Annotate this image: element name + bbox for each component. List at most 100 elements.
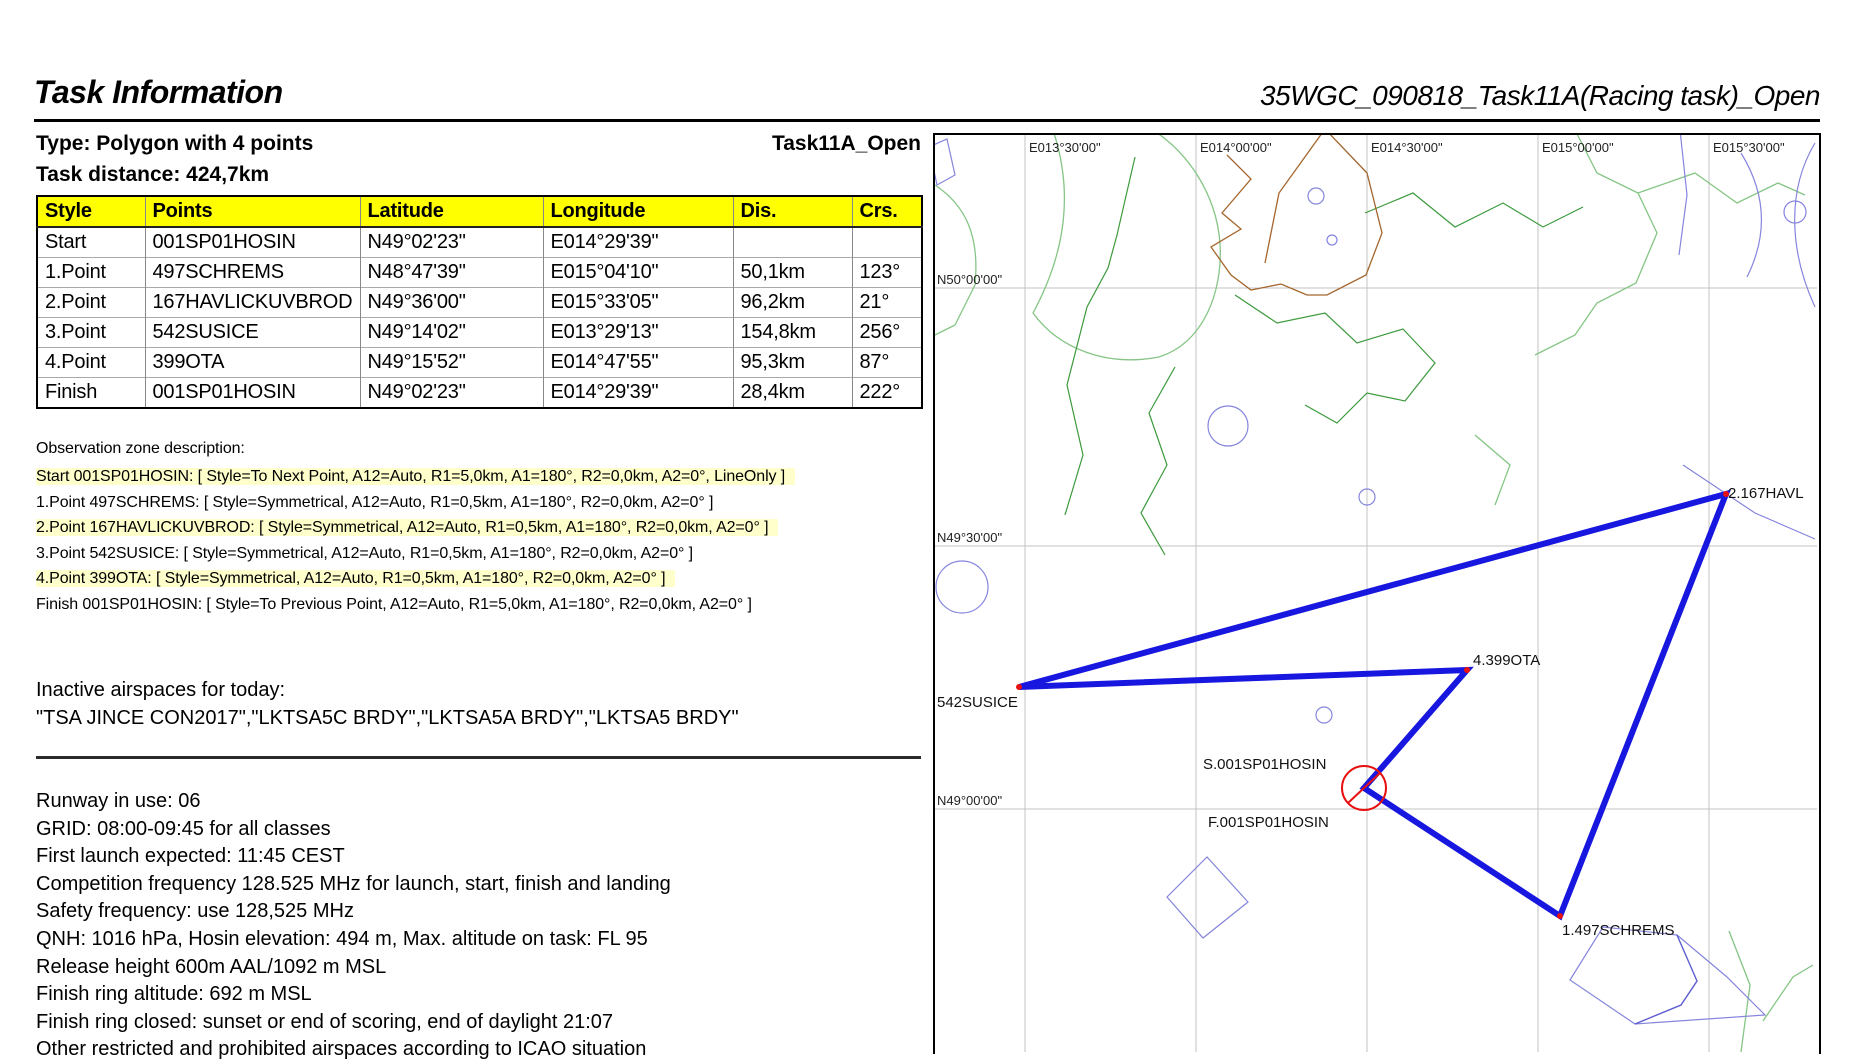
briefing-block: Runway in use: 06 GRID: 08:00-09:45 for … [36,788,671,1064]
cell-crs [852,227,922,258]
lon-label: E015°30'00" [1713,140,1785,155]
waypoint-label-susice: 542SUSICE [937,694,1018,711]
col-latitude: Latitude [360,196,543,227]
cell-crs: 21° [852,288,922,318]
table-row: Finish001SP01HOSINN49°02'23"E014°29'39"2… [37,378,922,409]
page-subtitle: 35WGC_090818_Task11A(Racing task)_Open [1260,80,1820,112]
map-svg: E013°30'00" E014°00'00" E014°30'00" E015… [935,135,1817,1052]
task-distance: Task distance: 424,7km [36,163,269,187]
table-header-row: Style Points Latitude Longitude Dis. Crs… [37,196,922,227]
table-row: 1.Point497SCHREMSN48°47'39"E015°04'10"50… [37,258,922,288]
task-sheet-page: { "header": { "title": "Task Information… [0,0,1876,1052]
cell-lat: N49°02'23" [360,378,543,409]
task-type-line: Type: Polygon with 4 points Task11A_Open [36,132,921,156]
airspace-outline-green-light [935,135,1813,1052]
task-polygon [1019,494,1726,916]
cell-dis [733,227,852,258]
briefing-line-finish-alt: Finish ring altitude: 692 m MSL [36,981,671,1009]
obs-line-text: 4.Point 399OTA: [ Style=Symmetrical, A12… [36,570,675,587]
cell-crs: 123° [852,258,922,288]
briefing-line-grid: GRID: 08:00-09:45 for all classes [36,816,671,844]
col-course: Crs. [852,196,922,227]
briefing-line-finish-closed: Finish ring closed: sunset or end of sco… [36,1009,671,1037]
cell-lon: E014°47'55" [543,348,733,378]
waypoint-label-schrems: 1.497SCHREMS [1562,922,1675,939]
obs-line-2: 2.Point 167HAVLICKUVBROD: [ Style=Symmet… [36,515,795,541]
table-row: Start001SP01HOSINN49°02'23"E014°29'39" [37,227,922,258]
col-distance: Dis. [733,196,852,227]
briefing-line-qnh: QNH: 1016 hPa, Hosin elevation: 494 m, M… [36,926,671,954]
cell-dis: 154,8km [733,318,852,348]
section-divider [36,756,921,759]
briefing-line-comp-freq: Competition frequency 128.525 MHz for la… [36,871,671,899]
observation-zone-title: Observation zone description: [36,440,795,458]
cell-style: 1.Point [37,258,145,288]
lat-label: N49°00'00" [937,793,1002,808]
obs-line-4: 4.Point 399OTA: [ Style=Symmetrical, A12… [36,566,795,592]
waypoint-table: Style Points Latitude Longitude Dis. Crs… [36,195,923,409]
table-row: 4.Point399OTAN49°15'52"E014°47'55"95,3km… [37,348,922,378]
cell-lon: E013°29'13" [543,318,733,348]
header-rule [34,119,1820,122]
briefing-line-other-airspaces: Other restricted and prohibited airspace… [36,1036,671,1064]
cell-lon: E014°29'39" [543,227,733,258]
lon-label: E013°30'00" [1029,140,1101,155]
table-row: 2.Point167HAVLICKUVBRODN49°36'00"E015°33… [37,288,922,318]
obs-line-text: Finish 001SP01HOSIN: [ Style=To Previous… [36,596,752,613]
cell-dis: 96,2km [733,288,852,318]
briefing-line-release: Release height 600m AAL/1092 m MSL [36,954,671,982]
start-finish-circle [1342,766,1386,810]
cell-lon: E015°04'10" [543,258,733,288]
task-map: E013°30'00" E014°00'00" E014°30'00" E015… [933,133,1821,1054]
lon-label: E014°30'00" [1371,140,1443,155]
briefing-line-launch: First launch expected: 11:45 CEST [36,843,671,871]
obs-line-text: 2.Point 167HAVLICKUVBROD: [ Style=Symmet… [36,519,778,536]
obs-line-text: 1.Point 497SCHREMS: [ Style=Symmetrical,… [36,494,713,511]
obs-line-3: 3.Point 542SUSICE: [ Style=Symmetrical, … [36,541,795,567]
cell-dis: 95,3km [733,348,852,378]
cell-style: 4.Point [37,348,145,378]
lon-label: E015°00'00" [1542,140,1614,155]
inactive-airspaces-block: Inactive airspaces for today: "TSA JINCE… [36,676,739,732]
lat-label: N50°00'00" [937,272,1002,287]
cell-dis: 50,1km [733,258,852,288]
cell-dis: 28,4km [733,378,852,409]
cell-style: 3.Point [37,318,145,348]
cell-point: 399OTA [145,348,360,378]
observation-zone-block: Observation zone description: Start 001S… [36,440,795,617]
cell-crs: 87° [852,348,922,378]
inactive-airspaces-list: "TSA JINCE CON2017","LKTSA5C BRDY","LKTS… [36,704,739,732]
cell-point: 001SP01HOSIN [145,227,360,258]
cell-point: 542SUSICE [145,318,360,348]
cell-style: 2.Point [37,288,145,318]
waypoint-label-ota: 4.399OTA [1473,652,1540,669]
map-grid-labels: E013°30'00" E014°00'00" E014°30'00" E015… [937,140,1785,808]
cell-crs: 256° [852,318,922,348]
col-points: Points [145,196,360,227]
cell-lat: N49°36'00" [360,288,543,318]
briefing-line-runway: Runway in use: 06 [36,788,671,816]
obs-line-1: 1.Point 497SCHREMS: [ Style=Symmetrical,… [36,490,795,516]
airspace-outline-blue [935,135,1815,1024]
cell-style: Finish [37,378,145,409]
briefing-line-safety-freq: Safety frequency: use 128,525 MHz [36,898,671,926]
obs-line-text: Start 001SP01HOSIN: [ Style=To Next Poin… [36,468,795,485]
cell-point: 497SCHREMS [145,258,360,288]
cell-point: 167HAVLICKUVBROD [145,288,360,318]
waypoint-label-havlickuvbrod: 2.167HAVL [1728,485,1804,502]
lat-label: N49°30'00" [937,530,1002,545]
airspace-outline-green-dark [1065,157,1583,555]
col-longitude: Longitude [543,196,733,227]
cell-lat: N49°14'02" [360,318,543,348]
map-waypoint-labels: 542SUSICE 2.167HAVL 4.399OTA S.001SP01HO… [937,485,1804,939]
cell-style: Start [37,227,145,258]
turnpoint-markers [1016,491,1729,919]
inactive-airspaces-title: Inactive airspaces for today: [36,676,739,704]
obs-line-finish: Finish 001SP01HOSIN: [ Style=To Previous… [36,592,795,618]
task-name: Task11A_Open [772,132,921,156]
airspace-outline-blue-dark [1635,935,1697,1024]
waypoint-label-finish: F.001SP01HOSIN [1208,814,1329,831]
cell-lat: N49°02'23" [360,227,543,258]
obs-line-start: Start 001SP01HOSIN: [ Style=To Next Poin… [36,464,795,490]
waypoint-label-start: S.001SP01HOSIN [1203,756,1326,773]
